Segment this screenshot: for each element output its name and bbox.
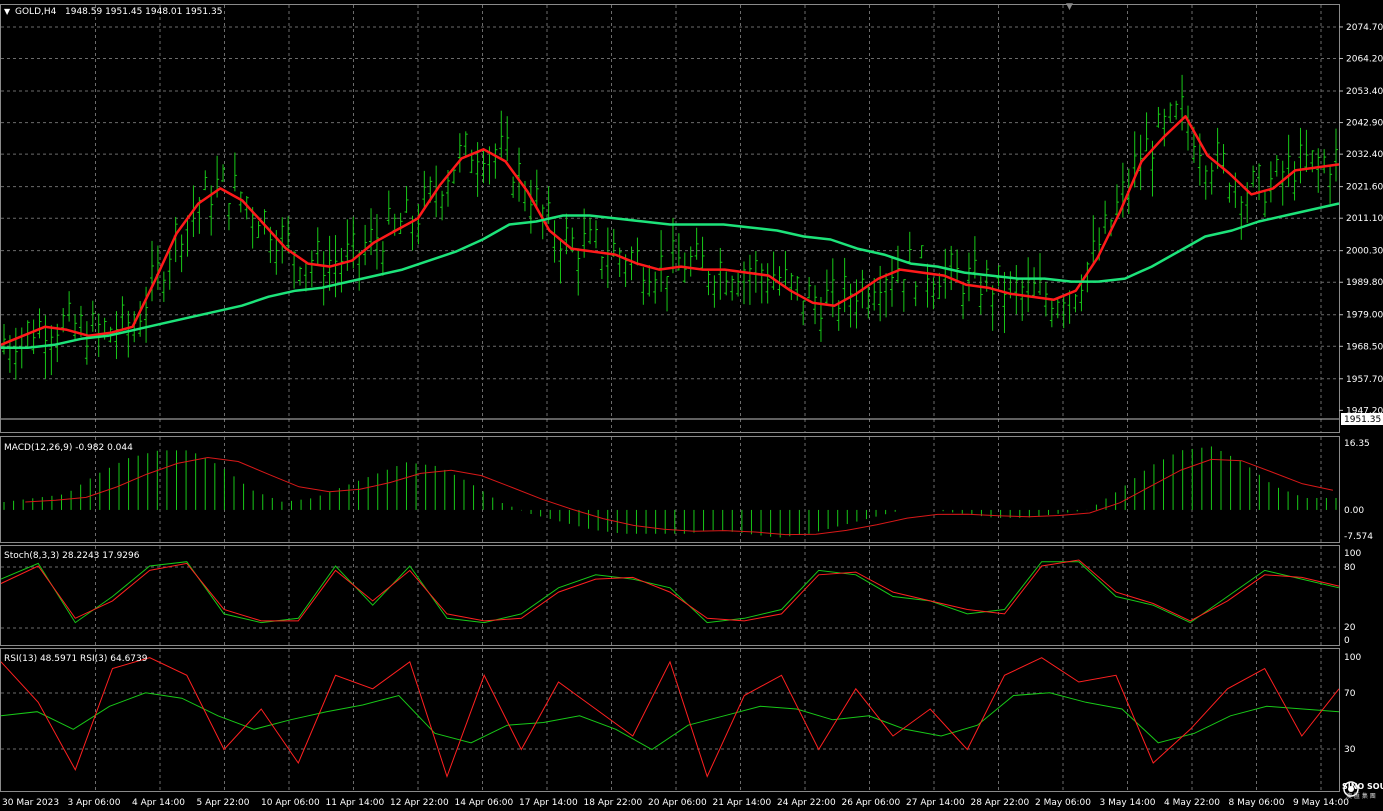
time-tick-label: 18 Apr 22:00: [584, 798, 643, 808]
time-tick-label: 3 Apr 06:00: [68, 798, 121, 808]
time-tick-label: 4 Apr 14:00: [132, 798, 185, 808]
time-tick-label: 21 Apr 14:00: [713, 798, 772, 808]
time-tick-label: 3 May 14:00: [1100, 798, 1156, 808]
rsi-label: RSI(13) 48.5971 RSI(3) 64.6739: [4, 654, 148, 664]
ohlc-values: 1948.59 1951.45 1948.01 1951.35: [65, 7, 222, 17]
time-tick-label: 27 Apr 14:00: [906, 798, 965, 808]
scroll-marker-icon[interactable]: ▼: [1066, 2, 1073, 12]
collapse-triangle-icon[interactable]: ▼: [4, 7, 11, 16]
stoch-axis-label: 80: [1344, 563, 1356, 573]
time-tick-label: 20 Apr 06:00: [648, 798, 707, 808]
rsi-axis-label: 30: [1344, 745, 1356, 755]
time-tick-label: 30 Mar 2023: [2, 798, 59, 808]
time-tick-label: 10 Apr 06:00: [261, 798, 320, 808]
current-price-label: 1951.35: [1344, 415, 1381, 425]
time-tick-label: 5 Apr 22:00: [197, 798, 250, 808]
time-tick-label: 12 Apr 22:00: [390, 798, 449, 808]
stoch-axis-label: 0: [1344, 636, 1350, 646]
macd-label: MACD(12,26,9) -0.982 0.044: [4, 443, 133, 453]
time-tick-label: 14 Apr 06:00: [455, 798, 514, 808]
price-tick-label: 2074.70: [1346, 23, 1383, 33]
time-tick-label: 24 Apr 22:00: [777, 798, 836, 808]
watermark-sub: 澳 匯 集 團: [1346, 792, 1376, 800]
symbol-label: GOLD,H4: [15, 7, 57, 17]
time-tick-label: 11 Apr 14:00: [326, 798, 385, 808]
time-tick-label: 17 Apr 14:00: [519, 798, 578, 808]
macd-axis-label: -7.574: [1344, 532, 1373, 542]
price-tick-label: 1989.80: [1346, 278, 1383, 288]
time-tick-label: 8 May 06:00: [1229, 798, 1285, 808]
price-tick-label: 1968.50: [1346, 342, 1383, 352]
price-tick-label: 2064.20: [1346, 55, 1383, 65]
watermark-brand: SINO SOUND: [1342, 782, 1383, 791]
time-axis: 30 Mar 2023 3 Apr 06:00 4 Apr 14:00 5 Apr 2…: [2, 798, 1349, 808]
price-tick-label: 1947.20: [1346, 406, 1383, 416]
time-tick-label: 9 May 14:00: [1293, 798, 1349, 808]
price-tick-label: 1957.70: [1346, 375, 1383, 385]
price-tick-label: 1979.00: [1346, 311, 1383, 321]
time-tick-label: 4 May 22:00: [1164, 798, 1220, 808]
macd-axis-label: 0.00: [1344, 506, 1364, 516]
price-tick-label: 2032.40: [1346, 150, 1383, 160]
macd-axis-label: 16.35: [1344, 439, 1370, 449]
rsi-axis-label: 70: [1344, 689, 1356, 699]
trading-chart[interactable]: 1951.35 ▼ GOLD,H4 1948.59 1951.45 1948.0…: [0, 0, 1383, 811]
rsi-axis-label: 100: [1344, 653, 1361, 663]
price-tick-label: 2011.10: [1346, 214, 1383, 224]
time-tick-label: 2 May 06:00: [1035, 798, 1091, 808]
time-tick-label: 26 Apr 06:00: [842, 798, 901, 808]
price-tick-label: 2000.30: [1346, 247, 1383, 257]
stoch-axis-label: 100: [1344, 549, 1361, 559]
stoch-label: Stoch(8,3,3) 28.2243 17.9296: [4, 551, 140, 561]
time-tick-label: 28 Apr 22:00: [971, 798, 1030, 808]
stoch-axis-label: 20: [1344, 623, 1356, 633]
price-tick-label: 2053.40: [1346, 87, 1383, 97]
price-tick-label: 2021.60: [1346, 183, 1383, 193]
price-tick-label: 2042.90: [1346, 119, 1383, 129]
